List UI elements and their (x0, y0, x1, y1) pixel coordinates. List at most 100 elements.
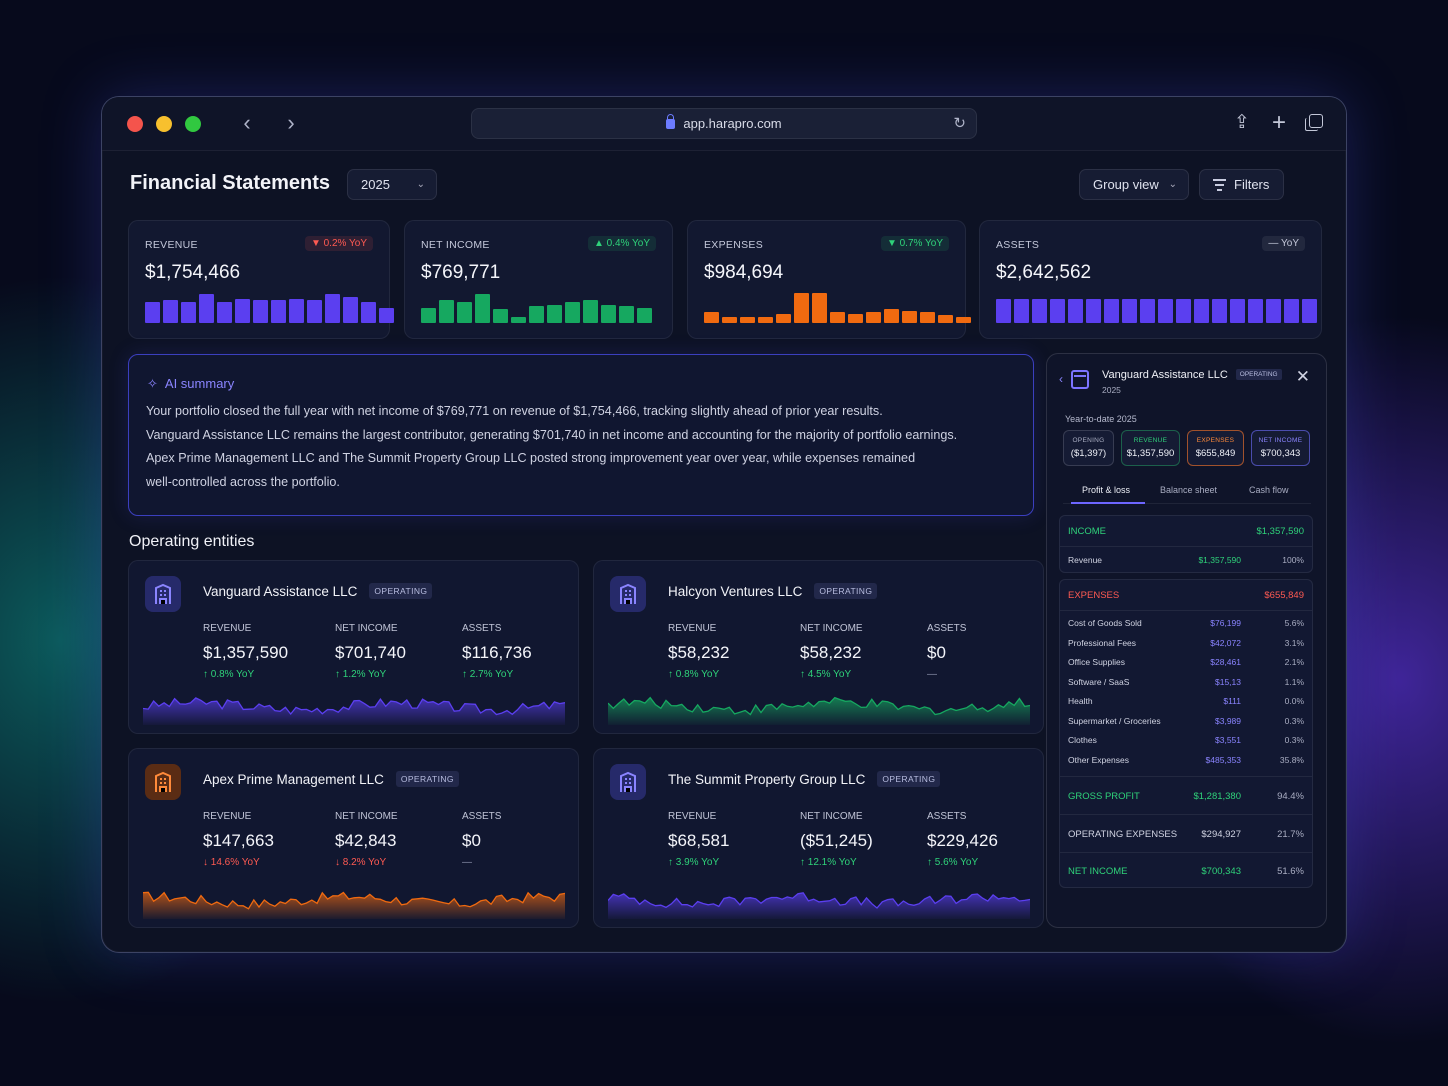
tab-cash-flow[interactable]: Cash flow (1249, 485, 1289, 495)
year-select[interactable]: 2025 ⌄ (347, 169, 437, 200)
entity-card-summit[interactable]: The Summit Property Group LLC OPERATING RE… (593, 748, 1044, 928)
building-icon (610, 576, 646, 612)
entity-metric-revenue: REVENUE $68,581 ↑ 3.9% YoY (668, 811, 730, 868)
ai-summary-card: ✧ AI summary Your portfolio closed the fu… (128, 354, 1034, 516)
ai-summary-line: Vanguard Assistance LLC remains the larg… (146, 427, 958, 442)
kpi-bar-chart (145, 291, 394, 323)
browser-window: ‹ › app.harapro.com ↻ ⇪ + Financial Stat… (101, 96, 1347, 953)
kpi-bar (475, 294, 490, 323)
entity-name: Apex Prime Management LLC OPERATING (203, 771, 459, 787)
statement-tabs: Profit & loss Balance sheet Cash flow (1063, 480, 1311, 504)
kpi-bar (619, 306, 634, 323)
kpi-bar (884, 309, 899, 323)
kpi-bar (794, 293, 809, 323)
kpi-bar (1284, 299, 1299, 323)
kpi-bar (1032, 299, 1047, 323)
kpi-card-net-income[interactable]: NET INCOME ▲ 0.4% YoY $769,771 (404, 220, 673, 339)
kpi-bar (722, 317, 737, 323)
maximize-window-button[interactable] (185, 116, 201, 132)
minimize-window-button[interactable] (156, 116, 172, 132)
chip-revenue[interactable]: REVENUE $1,357,590 (1121, 430, 1180, 466)
new-tab-icon[interactable]: + (1267, 111, 1291, 135)
entity-card-apex[interactable]: Apex Prime Management LLC OPERATING REVENU… (128, 748, 579, 928)
sparkle-icon: ✧ (147, 376, 158, 391)
kpi-bar (1266, 299, 1281, 323)
expense-row: Office Supplies $28,461 2.1% (1068, 657, 1304, 667)
back-arrow-icon[interactable]: ‹ (234, 111, 260, 137)
kpi-bar (1068, 299, 1083, 323)
close-window-button[interactable] (127, 116, 143, 132)
address-bar[interactable]: app.harapro.com ↻ (471, 108, 977, 139)
forward-arrow-icon[interactable]: › (278, 111, 304, 137)
reload-icon[interactable]: ↻ (953, 109, 966, 139)
kpi-label: ASSETS (996, 239, 1040, 251)
kpi-bar (235, 299, 250, 323)
kpi-bar (1104, 299, 1119, 323)
kpi-bar (547, 305, 562, 323)
chip-net-income[interactable]: NET INCOME $700,343 (1251, 430, 1310, 466)
kpi-bar (1212, 299, 1227, 323)
kpi-bar (181, 302, 196, 323)
status-badge: OPERATING (1235, 369, 1282, 380)
ai-summary-line: Apex Prime Management LLC and The Summit… (146, 451, 916, 465)
ai-summary-line: well-controlled across the portfolio. (146, 474, 340, 489)
share-icon[interactable]: ⇪ (1230, 111, 1254, 135)
ai-summary-text: Your portfolio closed the full year with… (146, 400, 1016, 494)
kpi-bar (956, 317, 971, 323)
expense-row: Supermarket / Groceries $3,989 0.3% (1068, 715, 1304, 726)
kpi-bar (511, 317, 526, 323)
close-icon[interactable]: ✕ (1296, 367, 1310, 387)
operating-expenses-row: OPERATING EXPENSES $294,927 21.7% (1068, 829, 1304, 840)
expense-row: Professional Fees $42,072 3.1% (1068, 637, 1304, 648)
tab-profit-loss[interactable]: Profit & loss (1082, 485, 1130, 495)
kpi-bar (379, 308, 394, 323)
tab-overview-icon[interactable] (1304, 111, 1328, 135)
kpi-bar (1014, 299, 1029, 323)
entity-metric-revenue: REVENUE $58,232 ↑ 0.8% YoY (668, 623, 730, 680)
kpi-card-assets[interactable]: ASSETS — YoY $2,642,562 (979, 220, 1322, 339)
kpi-bar (830, 312, 845, 323)
kpi-bar (996, 299, 1011, 323)
kpi-bar (457, 302, 472, 323)
year-select-value: 2025 (361, 177, 390, 192)
kpi-label: REVENUE (145, 239, 198, 251)
kpi-bar (253, 300, 268, 323)
kpi-bar (866, 312, 881, 323)
ytd-label: Year-to-date 2025 (1065, 414, 1137, 424)
net-income-row: NET INCOME $700,343 51.6% (1068, 866, 1304, 877)
kpi-card-expenses[interactable]: EXPENSES ▼ 0.7% YoY $984,694 (687, 220, 971, 339)
entity-card-halcyon[interactable]: Halcyon Ventures LLC OPERATING REVENUE $58,… (593, 560, 1044, 734)
chevron-left-icon[interactable]: ‹ (1059, 372, 1063, 386)
status-badge: OPERATING (814, 583, 878, 599)
expense-row: Health $111 0.0% (1068, 696, 1304, 706)
kpi-bar (902, 311, 917, 323)
chip-expenses[interactable]: EXPENSES $655,849 (1187, 430, 1244, 466)
filters-button[interactable]: Filters (1199, 169, 1284, 200)
expenses-header: EXPENSES $655,849 (1068, 590, 1304, 601)
entity-metric-revenue: REVENUE $1,357,590 ↑ 0.8% YoY (203, 623, 289, 680)
expense-row: Clothes $3,551 0.3% (1068, 735, 1304, 745)
group-view-select[interactable]: Group view ⌄ (1079, 169, 1189, 200)
sparkline-area (608, 892, 1030, 919)
kpi-bar (1158, 299, 1173, 323)
entity-metric-net: NET INCOME $701,740 ↑ 1.2% YoY (335, 623, 406, 680)
kpi-bar (343, 297, 358, 323)
kpi-label: EXPENSES (704, 239, 764, 251)
kpi-bar (1122, 299, 1137, 323)
tab-balance-sheet[interactable]: Balance sheet (1160, 485, 1217, 495)
kpi-bar (199, 294, 214, 323)
kpi-bar (1302, 299, 1317, 323)
kpi-bar (217, 302, 232, 323)
kpi-bar (565, 302, 580, 323)
kpi-bar (307, 300, 322, 323)
kpi-bar (493, 309, 508, 323)
kpi-card-revenue[interactable]: REVENUE ▼ 0.2% YoY $1,754,466 (128, 220, 394, 339)
kpi-bar (1194, 299, 1209, 323)
entity-card-vanguard[interactable]: Vanguard Assistance LLC OPERATING REVENUE $… (128, 560, 579, 734)
expense-row: Other Expenses $485,353 35.8% (1068, 754, 1304, 765)
url-text: app.harapro.com (683, 116, 782, 131)
panel-entity-name: Vanguard Assistance LLC OPERATING (1102, 369, 1282, 381)
kpi-value: $984,694 (704, 262, 784, 283)
chip-opening[interactable]: OPENING ($1,397) (1063, 430, 1114, 466)
kpi-bar (637, 308, 652, 323)
